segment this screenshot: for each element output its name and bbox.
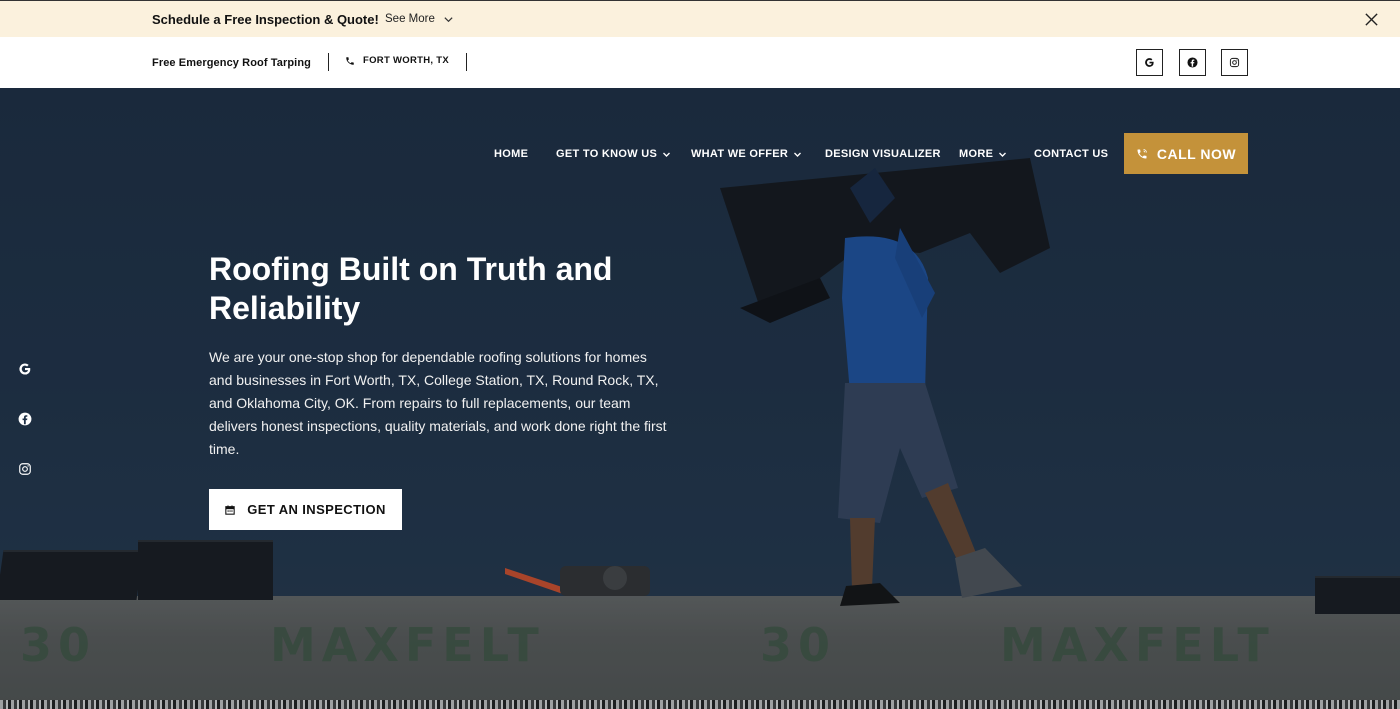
get-inspection-label: GET AN INSPECTION: [247, 502, 386, 517]
location-label: FORT WORTH, TX: [363, 55, 449, 66]
call-now-label: CALL NOW: [1156, 145, 1237, 162]
nav-contact-us[interactable]: CONTACT US: [1034, 148, 1108, 160]
side-google-link[interactable]: [18, 362, 34, 378]
nav-home-label: HOME: [494, 148, 529, 160]
nav-design-visualizer-label: DESIGN VISUALIZER: [825, 148, 941, 160]
nav-what-we-offer[interactable]: WHAT WE OFFER: [691, 148, 802, 160]
chevron-down-icon: [999, 152, 1007, 157]
emergency-tarping-link[interactable]: Free Emergency Roof Tarping: [152, 57, 311, 69]
nav-contact-us-label: CONTACT US: [1034, 148, 1109, 160]
phone-icon: [1137, 148, 1147, 158]
divider: [466, 53, 467, 71]
utility-bar: Free Emergency Roof Tarping FORT WORTH, …: [0, 37, 1400, 88]
nav-more-label: MORE: [959, 148, 994, 160]
nav-get-to-know-us[interactable]: GET TO KNOW US: [556, 148, 671, 160]
google-icon: [1145, 58, 1154, 67]
location-phone-link[interactable]: FORT WORTH, TX: [345, 55, 449, 66]
google-link[interactable]: [1136, 49, 1163, 76]
nail-gun-image: [505, 566, 650, 596]
instagram-link[interactable]: [1221, 49, 1248, 76]
calendar-icon: [225, 504, 235, 515]
see-more-toggle[interactable]: See More: [385, 13, 454, 25]
facebook-icon: [1187, 57, 1198, 68]
side-facebook-link[interactable]: [18, 412, 34, 428]
nav-get-to-know-us-label: GET TO KNOW US: [556, 148, 658, 160]
divider: [328, 53, 329, 71]
instagram-icon: [19, 463, 31, 475]
hero-section: 30 MAXFELT 30 MAXFELT HOME GET TO KNOW U…: [0, 88, 1400, 709]
side-instagram-link[interactable]: [18, 462, 34, 478]
nav-design-visualizer[interactable]: DESIGN VISUALIZER: [825, 148, 941, 160]
nav-more[interactable]: MORE: [959, 148, 1007, 160]
phone-icon: [346, 56, 354, 65]
chevron-down-icon: [663, 152, 671, 157]
announcement-title: Schedule a Free Inspection & Quote!: [152, 12, 379, 27]
google-icon: [19, 363, 31, 375]
hero-title: Roofing Built on Truth and Reliability: [209, 251, 613, 326]
nav-home[interactable]: HOME: [494, 148, 528, 160]
facebook-icon: [18, 412, 32, 426]
hero-description: We are your one-stop shop for dependable…: [209, 349, 667, 457]
nav-what-we-offer-label: WHAT WE OFFER: [691, 148, 789, 160]
chevron-down-icon: [444, 16, 453, 22]
announcement-bar: Schedule a Free Inspection & Quote! See …: [0, 0, 1400, 37]
call-now-button[interactable]: CALL NOW: [1124, 133, 1248, 174]
see-more-label: See More: [385, 13, 435, 25]
close-icon[interactable]: [1364, 12, 1379, 27]
chevron-down-icon: [794, 152, 802, 157]
facebook-link[interactable]: [1179, 49, 1206, 76]
get-inspection-button[interactable]: GET AN INSPECTION: [209, 489, 402, 530]
instagram-icon: [1229, 57, 1240, 68]
